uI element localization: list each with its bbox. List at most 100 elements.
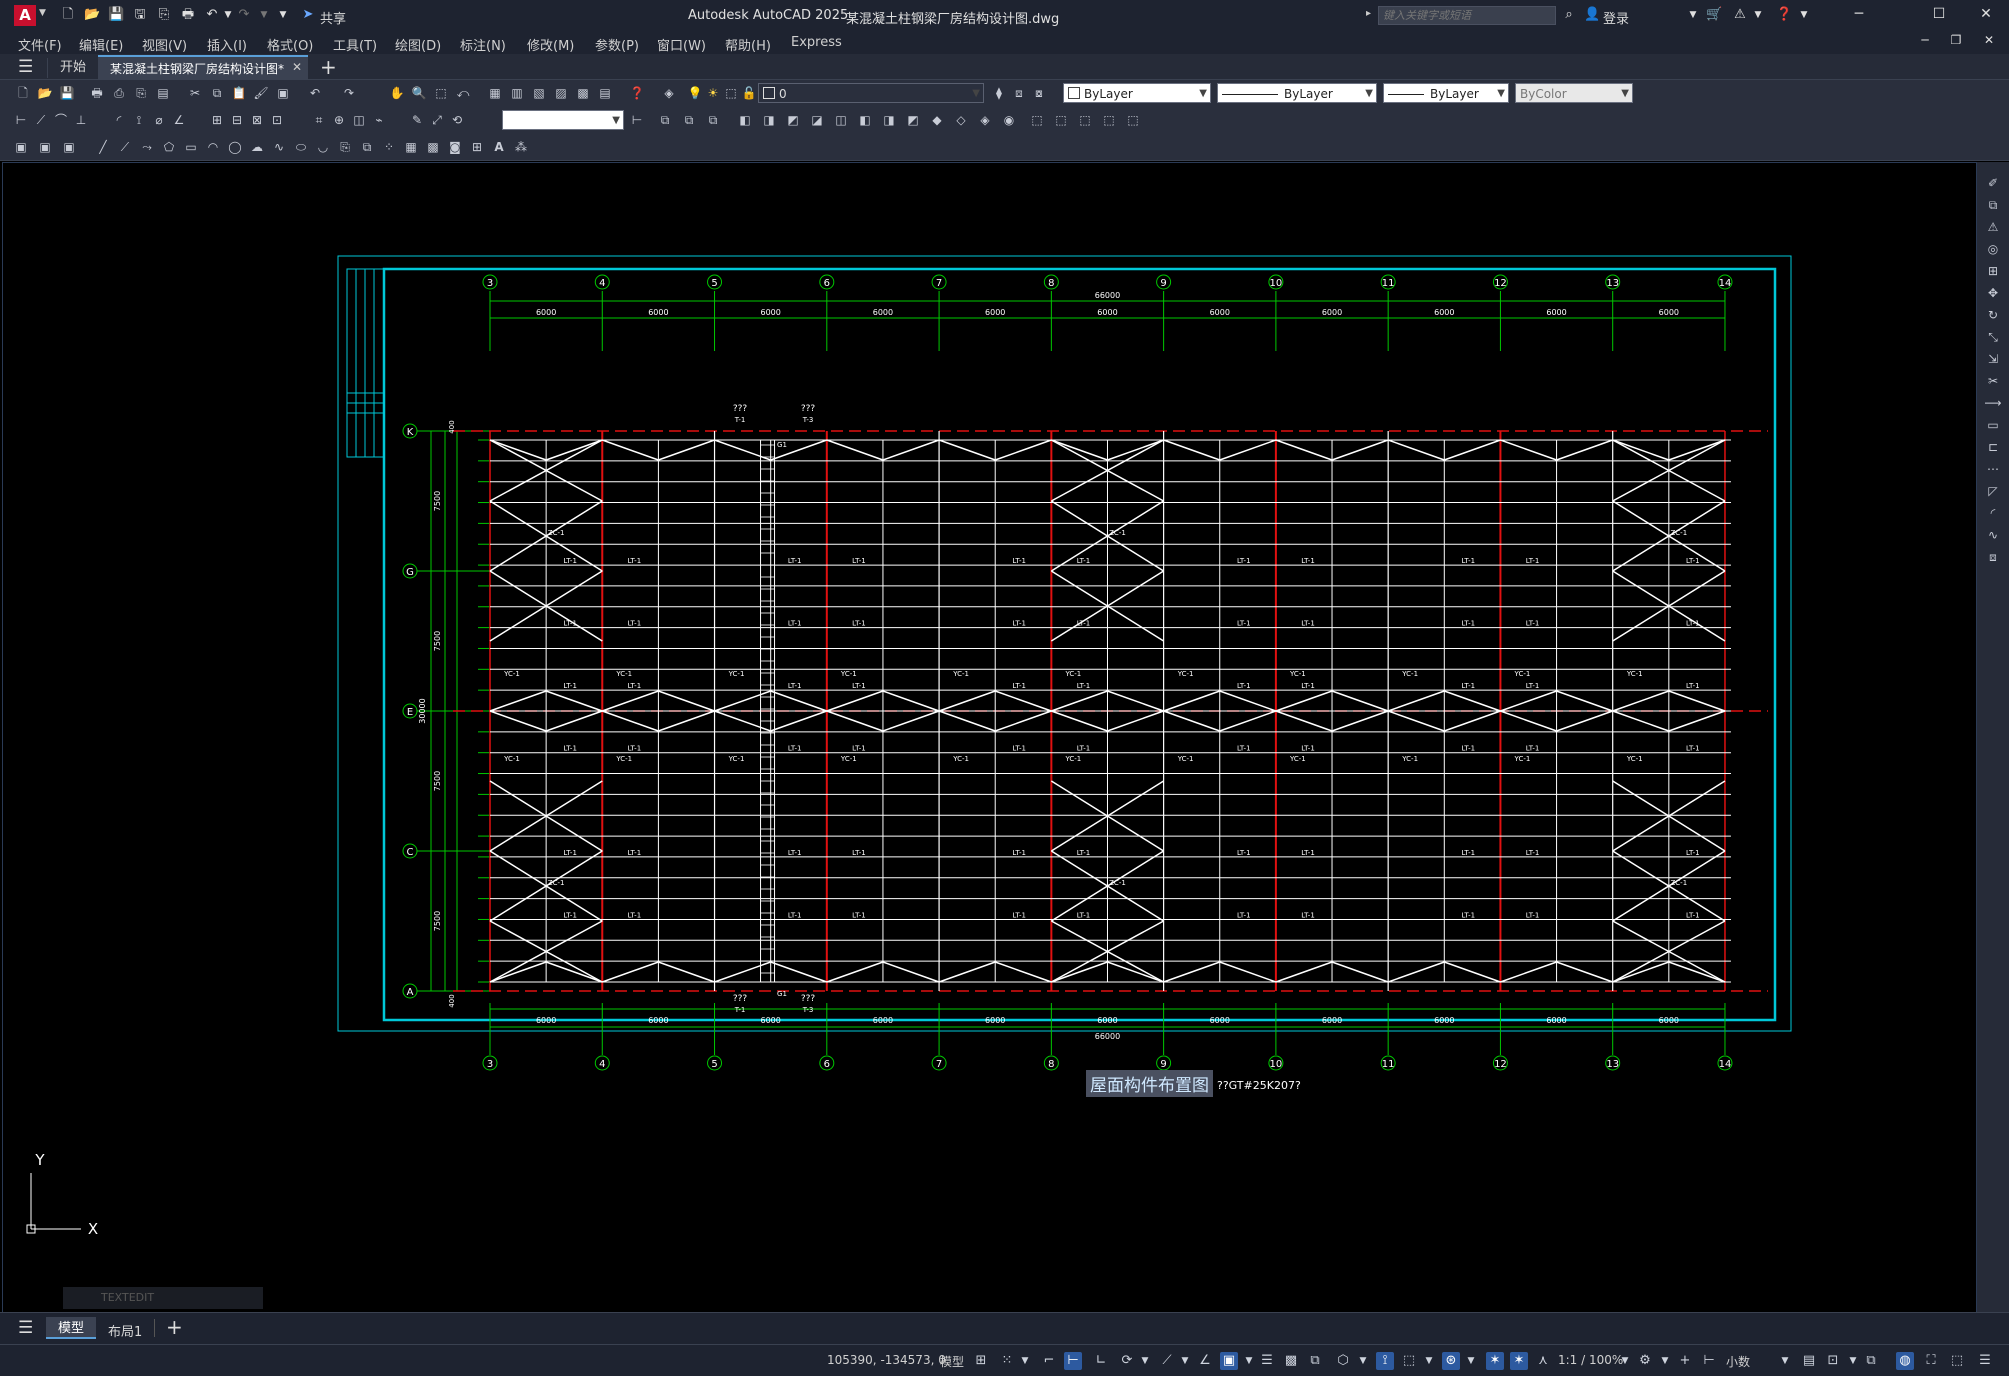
transparency-icon[interactable]: ▩ [1282, 1352, 1300, 1370]
annotation-scale-value[interactable]: 1:1 / 100% [1558, 1353, 1623, 1367]
trim-icon[interactable]: ✂ [1984, 372, 2002, 390]
share-button[interactable]: 共享 [320, 8, 346, 27]
selection-filter-dropdown-icon[interactable]: ▼ [1420, 1352, 1438, 1370]
menu-file[interactable]: 文件(F) [18, 35, 62, 54]
toolbar-help-icon[interactable]: ❓ [628, 84, 646, 102]
menu-edit[interactable]: 编辑(E) [79, 35, 123, 54]
isodraft-dropdown-icon[interactable]: ▼ [1176, 1352, 1194, 1370]
layer-dropdown[interactable]: 0 ▼ [758, 83, 984, 103]
arc-icon[interactable]: ◠ [204, 138, 222, 156]
zoom-realtime-icon[interactable]: 🔍 [410, 84, 428, 102]
search-input[interactable] [1378, 6, 1556, 25]
make-block-icon[interactable]: ⧉ [358, 138, 376, 156]
doc-restore-button[interactable]: ❐ [1946, 33, 1966, 47]
dim-linear-icon[interactable]: ⊢ [12, 111, 30, 129]
undo-icon[interactable]: ↶ [204, 7, 220, 23]
osnap-dropdown-icon[interactable]: ▼ [1240, 1352, 1258, 1370]
customize-qat-icon[interactable]: ▼ [275, 7, 291, 23]
shade-1-icon[interactable]: ◆ [928, 111, 946, 129]
center-mark-icon[interactable]: ⊕ [330, 111, 348, 129]
zoom-window-icon[interactable]: ⬚ [432, 84, 450, 102]
pan-icon[interactable]: ✋ [388, 84, 406, 102]
hatch-icon[interactable]: ▦ [402, 138, 420, 156]
view-7-icon[interactable]: ◨ [880, 111, 898, 129]
layout-tab-model[interactable]: 模型 [46, 1317, 96, 1339]
minimize-button[interactable]: ─ [1849, 6, 1869, 22]
chamfer-icon[interactable]: ◸ [1984, 482, 2002, 500]
stretch-icon[interactable]: ⇲ [1984, 350, 2002, 368]
move-icon[interactable]: ✥ [1984, 284, 2002, 302]
layout-menu-icon[interactable]: ☰ [18, 1318, 33, 1338]
snap-dropdown-icon[interactable]: ▼ [1016, 1352, 1034, 1370]
dim-continue-icon[interactable]: ⊠ [248, 111, 266, 129]
orbit-5-icon[interactable]: ⬚ [1124, 111, 1142, 129]
toolbar-undo-icon[interactable]: ↶ [306, 84, 324, 102]
copy-icon[interactable]: ⧉ [208, 84, 226, 102]
dim-diameter-icon[interactable]: ⌀ [150, 111, 168, 129]
sheet-set-icon[interactable]: ▨ [552, 84, 570, 102]
units-icon[interactable]: ⊢ [1700, 1352, 1718, 1370]
menu-view[interactable]: 视图(V) [142, 35, 187, 54]
menu-parametric[interactable]: 参数(P) [595, 35, 639, 54]
maximize-button[interactable]: ☐ [1929, 6, 1949, 22]
view-2-icon[interactable]: ◨ [760, 111, 778, 129]
menu-tools[interactable]: 工具(T) [333, 35, 377, 54]
draw-1-icon[interactable]: ▣ [12, 138, 30, 156]
ortho-icon[interactable]: ∟ [1092, 1352, 1110, 1370]
plotstyle-dropdown[interactable]: ByColor ▼ [1515, 83, 1633, 103]
isodraft-icon[interactable]: ⟋ [1158, 1352, 1176, 1370]
array-icon[interactable]: ⊞ [1984, 262, 2002, 280]
units-value[interactable]: 小数 [1726, 1353, 1750, 1370]
tolerance-icon[interactable]: ⌗ [310, 111, 328, 129]
autodesk-app-icon[interactable]: ⚠ [1732, 7, 1748, 23]
dim-jogged-icon[interactable]: ⟟ [130, 111, 148, 129]
workspace-gear-icon[interactable]: ⚙ [1636, 1352, 1654, 1370]
layer-freeze-icon[interactable]: ☀ [704, 84, 722, 102]
view-6-icon[interactable]: ◧ [856, 111, 874, 129]
fillet-icon[interactable]: ◜ [1984, 504, 2002, 522]
quick-properties-icon[interactable]: ▤ [1800, 1352, 1818, 1370]
view-4-icon[interactable]: ◪ [808, 111, 826, 129]
polygon-icon[interactable]: ⬠ [160, 138, 178, 156]
open-file-icon[interactable]: 📂 [84, 7, 100, 23]
search-expand-icon[interactable]: ▸ [1366, 8, 1371, 19]
menu-modify[interactable]: 修改(M) [527, 35, 574, 54]
dim-aligned-icon[interactable]: ⟋ [32, 111, 50, 129]
close-window-button[interactable]: ✕ [1976, 6, 1996, 22]
dim-radius-icon[interactable]: ◜ [110, 111, 128, 129]
break-icon[interactable]: ⊏ [1984, 438, 2002, 456]
draw-3-icon[interactable]: ▣ [60, 138, 78, 156]
view-1-icon[interactable]: ◧ [736, 111, 754, 129]
explode-icon[interactable]: ⧈ [1984, 548, 2002, 566]
ellipse-icon[interactable]: ⬭ [292, 138, 310, 156]
gizmo-icon[interactable]: ⊛ [1442, 1352, 1460, 1370]
ucs-2-icon[interactable]: ⧉ [680, 111, 698, 129]
annotation-monitor-icon[interactable]: + [1676, 1352, 1694, 1370]
polyline-icon[interactable]: ⤳ [138, 138, 156, 156]
save-icon[interactable]: 💾 [108, 7, 124, 23]
block-editor-icon[interactable]: ▣ [274, 84, 292, 102]
join-icon[interactable]: ⋯ [1984, 460, 2002, 478]
quick-dim-icon[interactable]: ⊞ [208, 111, 226, 129]
object-snap-tracking-icon[interactable]: ∠ [1196, 1352, 1214, 1370]
offset-icon[interactable]: ◎ [1984, 240, 2002, 258]
mirror-icon[interactable]: ⚠ [1984, 218, 2002, 236]
menu-window[interactable]: 窗口(W) [657, 35, 706, 54]
new-file-icon[interactable]: 🗋 [60, 7, 76, 23]
snap-icon[interactable]: ⁙ [998, 1352, 1016, 1370]
color-dropdown[interactable]: ByLayer ▼ [1063, 83, 1211, 103]
dim-angular-icon[interactable]: ∠ [170, 111, 188, 129]
dimedit-icon[interactable]: ✎ [408, 111, 426, 129]
text-style-dropdown[interactable]: ▼ [502, 110, 624, 130]
login-dropdown-icon[interactable]: ▼ [1685, 7, 1701, 23]
layer-properties-icon[interactable]: ◈ [660, 84, 678, 102]
doc-close-button[interactable]: ✕ [1979, 33, 1999, 47]
tab-start[interactable]: 开始 [47, 58, 98, 78]
properties-icon[interactable]: ▦ [486, 84, 504, 102]
add-layout-button[interactable]: + [166, 1315, 183, 1339]
circle-icon[interactable]: ◯ [226, 138, 244, 156]
blend-icon[interactable]: ∿ [1984, 526, 2002, 544]
rectangle-icon[interactable]: ▭ [182, 138, 200, 156]
revcloud-icon[interactable]: ☁ [248, 138, 266, 156]
print-preview-icon[interactable]: ⎙ [110, 84, 128, 102]
